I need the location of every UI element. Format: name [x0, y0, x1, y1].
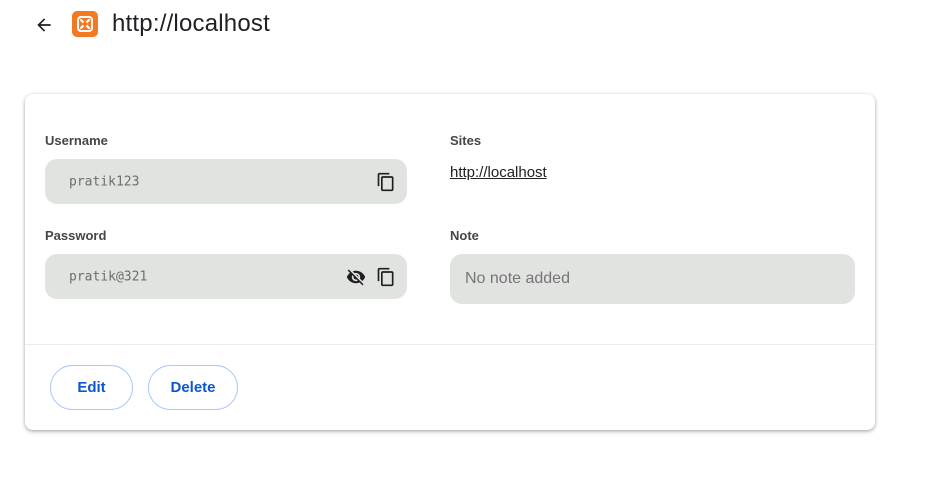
site-link[interactable]: http://localhost [450, 164, 547, 181]
copy-icon[interactable] [375, 266, 397, 288]
card-divider [25, 344, 875, 345]
back-button[interactable] [30, 11, 58, 39]
note-placeholder: No note added [465, 270, 570, 287]
password-label: Password [45, 228, 107, 243]
username-value: pratik123 [69, 174, 140, 189]
eye-off-icon[interactable] [345, 266, 367, 288]
page-header: http://localhost [0, 0, 940, 50]
arrow-back-icon [37, 18, 51, 32]
copy-icon[interactable] [375, 171, 397, 193]
credential-card: Username pratik123 Password pratik@321 S… [25, 94, 875, 430]
username-field[interactable]: pratik123 [45, 159, 407, 204]
xampp-logo-icon [72, 11, 98, 37]
page-title: http://localhost [112, 10, 270, 37]
edit-button[interactable]: Edit [50, 365, 133, 410]
delete-button[interactable]: Delete [148, 365, 238, 410]
password-value: pratik@321 [69, 269, 148, 284]
password-field[interactable]: pratik@321 [45, 254, 407, 299]
note-field: No note added [450, 254, 855, 304]
username-label: Username [45, 133, 108, 148]
sites-label: Sites [450, 133, 482, 148]
note-label: Note [450, 228, 479, 243]
